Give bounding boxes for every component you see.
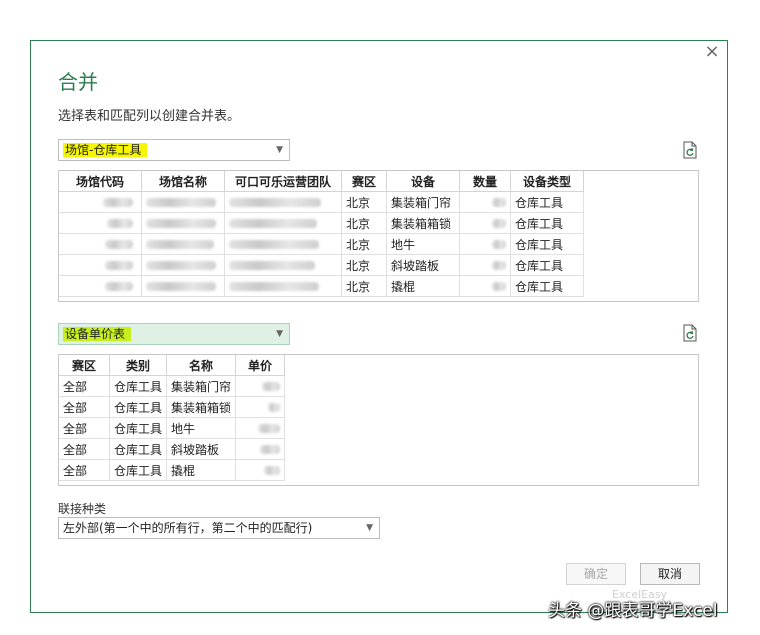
table-cell: 仓库工具: [510, 212, 584, 234]
blurred-cell: [224, 254, 342, 276]
blurred-cell: [235, 417, 286, 439]
blurred-cell: [235, 396, 286, 418]
table-row: 全部 仓库工具 斜坡踏板: [59, 438, 286, 460]
blurred-cell: [141, 191, 225, 213]
table-cell: 斜坡踏板: [386, 254, 460, 276]
close-icon[interactable]: ×: [701, 41, 723, 63]
table-row: 北京 集装箱箱锁 仓库工具: [59, 212, 584, 234]
table-cell: 北京: [341, 275, 387, 297]
table-cell: 北京: [341, 254, 387, 276]
join-kind-label: 联接种类: [58, 502, 107, 516]
table2-preview: 赛区 类别 名称 单价 全部 仓库工具 集装箱门帘 全部 仓库工具 集装箱箱锁 …: [58, 354, 699, 486]
table-row: 全部 仓库工具 集装箱箱锁: [59, 396, 286, 418]
table-cell: 集装箱箱锁: [166, 396, 237, 418]
table-cell: 地牛: [386, 233, 460, 255]
table-cell: 全部: [59, 438, 110, 460]
table1-select[interactable]: 场馆-仓库工具 ▼: [58, 139, 290, 161]
blurred-cell: [224, 212, 342, 234]
table-cell: 全部: [59, 375, 110, 397]
table-cell: 撬棍: [386, 275, 460, 297]
table-cell: 北京: [341, 233, 387, 255]
table-cell: 仓库工具: [510, 191, 584, 213]
table-cell: 全部: [59, 459, 110, 481]
blurred-cell: [459, 191, 511, 213]
blurred-cell: [459, 275, 511, 297]
join-kind-value: 左外部(第一个中的所有行，第二个中的匹配行): [63, 521, 313, 535]
table1-preview: 场馆代码 场馆名称 可口可乐运营团队 赛区 设备 数量 设备类型 北京 集装箱门…: [58, 170, 699, 302]
table-cell: 地牛: [166, 417, 237, 439]
column-header[interactable]: 场馆名称: [141, 171, 225, 192]
table-cell: 北京: [341, 212, 387, 234]
table-cell: 仓库工具: [109, 459, 168, 481]
dialog-title: 合并: [58, 70, 98, 94]
ok-button[interactable]: 确定: [566, 563, 626, 585]
column-header[interactable]: 单价: [235, 355, 286, 376]
table-cell: 全部: [59, 417, 110, 439]
table-cell: 仓库工具: [510, 275, 584, 297]
table-row: 北京 地牛 仓库工具: [59, 233, 584, 255]
column-header[interactable]: 类别: [109, 355, 168, 376]
table-cell: 全部: [59, 396, 110, 418]
chevron-down-icon: ▼: [276, 329, 283, 339]
blurred-cell: [459, 233, 511, 255]
table-cell: 集装箱门帘: [386, 191, 460, 213]
table-cell: 集装箱箱锁: [386, 212, 460, 234]
blurred-cell: [59, 254, 142, 276]
dialog-subtitle: 选择表和匹配列以创建合并表。: [58, 109, 241, 124]
table2-select-value: 设备单价表: [63, 327, 132, 341]
table-cell: 仓库工具: [109, 375, 168, 397]
blurred-cell: [459, 254, 511, 276]
blurred-cell: [235, 375, 286, 397]
blurred-cell: [224, 191, 342, 213]
column-header[interactable]: 数量: [459, 171, 511, 192]
blurred-cell: [235, 438, 286, 460]
table-row: 北京 集装箱门帘 仓库工具: [59, 191, 584, 213]
table-cell: 仓库工具: [109, 396, 168, 418]
table-row: 全部 仓库工具 撬棍: [59, 459, 286, 481]
table-cell: 斜坡踏板: [166, 438, 237, 460]
table1-select-value: 场馆-仓库工具: [63, 143, 148, 157]
join-kind-select[interactable]: 左外部(第一个中的所有行，第二个中的匹配行) ▼: [58, 517, 380, 539]
table-row: 北京 撬棍 仓库工具: [59, 275, 584, 297]
blurred-cell: [224, 233, 342, 255]
refresh-preview-icon[interactable]: [682, 141, 698, 159]
chevron-down-icon: ▼: [276, 145, 283, 155]
table-cell: 撬棍: [166, 459, 237, 481]
table-cell: 仓库工具: [510, 254, 584, 276]
blurred-cell: [235, 459, 286, 481]
table-cell: 仓库工具: [510, 233, 584, 255]
table-cell: 仓库工具: [109, 438, 168, 460]
blurred-cell: [141, 212, 225, 234]
blurred-cell: [59, 212, 142, 234]
blurred-cell: [59, 191, 142, 213]
table2-grid: 赛区 类别 名称 单价 全部 仓库工具 集装箱门帘 全部 仓库工具 集装箱箱锁 …: [59, 355, 286, 481]
blurred-cell: [224, 275, 342, 297]
watermark: 头条 @跟表哥学Excel: [548, 601, 718, 621]
table-row: 全部 仓库工具 地牛: [59, 417, 286, 439]
table1-grid: 场馆代码 场馆名称 可口可乐运营团队 赛区 设备 数量 设备类型 北京 集装箱门…: [59, 171, 584, 297]
table-cell: 集装箱门帘: [166, 375, 237, 397]
blurred-cell: [141, 254, 225, 276]
blurred-cell: [141, 233, 225, 255]
column-header[interactable]: 设备: [386, 171, 460, 192]
cancel-button[interactable]: 取消: [640, 563, 700, 585]
table-row: 北京 斜坡踏板 仓库工具: [59, 254, 584, 276]
blurred-cell: [141, 275, 225, 297]
blurred-cell: [59, 233, 142, 255]
table2-select[interactable]: 设备单价表 ▼: [58, 323, 290, 345]
column-header[interactable]: 设备类型: [510, 171, 584, 192]
column-header[interactable]: 赛区: [59, 355, 110, 376]
refresh-preview-icon[interactable]: [682, 324, 698, 342]
column-header[interactable]: 可口可乐运营团队: [224, 171, 342, 192]
table-cell: 北京: [341, 191, 387, 213]
column-header[interactable]: 赛区: [341, 171, 387, 192]
blurred-cell: [59, 275, 142, 297]
table-cell: 仓库工具: [109, 417, 168, 439]
blurred-cell: [459, 212, 511, 234]
table-row: 全部 仓库工具 集装箱门帘: [59, 375, 286, 397]
column-header[interactable]: 名称: [166, 355, 237, 376]
column-header[interactable]: 场馆代码: [59, 171, 142, 192]
chevron-down-icon: ▼: [366, 523, 373, 533]
